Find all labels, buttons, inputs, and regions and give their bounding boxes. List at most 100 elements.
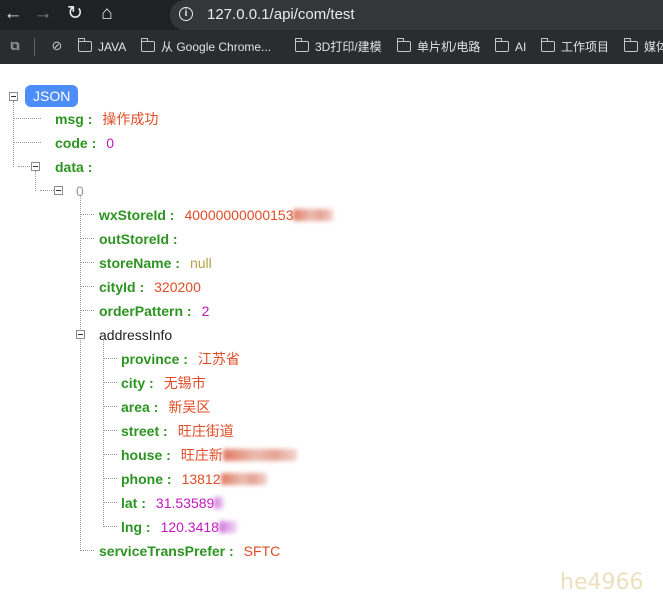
bookmark-folder-mcu[interactable]: 单片机/电路 bbox=[396, 30, 480, 64]
json-row-house: house : 旺庄新 bbox=[121, 445, 297, 465]
json-row-code: code :0 bbox=[55, 133, 114, 153]
json-row-data: data : bbox=[55, 157, 92, 177]
collapse-root-toggle[interactable] bbox=[9, 92, 18, 101]
all-bookmarks-icon[interactable]: ⊘ bbox=[50, 39, 64, 53]
collapse-addressinfo-toggle[interactable] bbox=[76, 330, 85, 339]
json-row-area: area : 新吴区 bbox=[121, 397, 210, 417]
json-key: cityId bbox=[99, 279, 136, 295]
tree-guide bbox=[13, 118, 41, 119]
json-row-phone: phone :13812 bbox=[121, 469, 267, 489]
tree-guide bbox=[103, 454, 117, 455]
back-arrow-icon[interactable]: ← bbox=[1, 2, 25, 26]
json-colon: : bbox=[87, 111, 93, 127]
json-colon: : bbox=[169, 207, 175, 223]
json-row-street: street : 旺庄街道 bbox=[121, 421, 234, 441]
url-text[interactable]: 127.0.0.1/api/com/test bbox=[207, 0, 355, 30]
json-key: outStoreId bbox=[99, 231, 169, 247]
bookmark-folder-media[interactable]: 媒体 bbox=[623, 30, 663, 64]
tree-guide bbox=[80, 214, 94, 215]
json-colon: : bbox=[183, 351, 188, 367]
json-string-value: 旺庄街道 bbox=[177, 423, 234, 439]
json-number-value: 0 bbox=[106, 135, 115, 151]
site-info-icon[interactable]: i bbox=[179, 7, 193, 21]
json-key: storeName bbox=[99, 255, 172, 271]
json-string-value: 旺庄新 bbox=[180, 447, 223, 463]
tree-guide bbox=[103, 382, 117, 383]
json-colon: : bbox=[91, 135, 97, 151]
json-row-outstoreid: outStoreId : bbox=[99, 229, 178, 249]
json-colon: : bbox=[145, 519, 151, 535]
tree-guide bbox=[103, 478, 117, 479]
json-key: lat bbox=[121, 495, 138, 511]
json-colon: : bbox=[175, 255, 180, 271]
tree-guide bbox=[80, 262, 94, 263]
json-row-msg: msg : 操作成功 bbox=[55, 109, 158, 129]
json-number-value: 2 bbox=[201, 303, 210, 319]
json-key: data bbox=[55, 159, 84, 175]
bookmarks-bar: ⧉ ⊘ JAVA 从 Google Chrome... 3D打印/建模 单片机/… bbox=[0, 30, 663, 64]
json-colon: : bbox=[87, 159, 93, 175]
json-row-servicetransprefer: serviceTransPrefer : SFTC bbox=[99, 541, 280, 561]
tree-guide bbox=[103, 502, 117, 503]
json-key: house bbox=[121, 447, 163, 463]
collapse-data-toggle[interactable] bbox=[31, 162, 40, 171]
json-colon: : bbox=[141, 495, 146, 511]
json-number-value: 120.3418 bbox=[160, 519, 219, 535]
json-colon: : bbox=[149, 375, 154, 391]
json-key: street bbox=[121, 423, 160, 439]
json-colon: : bbox=[139, 279, 145, 295]
json-row-lat: lat :31.53589 bbox=[121, 493, 225, 513]
bookmark-folder-java[interactable]: JAVA bbox=[77, 30, 126, 64]
json-key: serviceTransPrefer bbox=[99, 543, 226, 559]
bookmarks-separator bbox=[34, 38, 35, 56]
address-bar[interactable]: i 127.0.0.1/api/com/test bbox=[170, 0, 663, 30]
tree-guide bbox=[80, 310, 94, 311]
json-key: msg bbox=[55, 111, 84, 127]
json-row-addressinfo: addressInfo bbox=[99, 325, 172, 345]
bookmark-folder-chrome-import[interactable]: 从 Google Chrome... bbox=[140, 30, 271, 64]
json-row-orderpattern: orderPattern :2 bbox=[99, 301, 209, 321]
json-null-value: null bbox=[189, 255, 212, 271]
bookmark-folder-ai[interactable]: AI bbox=[494, 30, 526, 64]
json-string-value: 40000000000153 bbox=[184, 207, 294, 223]
collapse-item-toggle[interactable] bbox=[54, 186, 63, 195]
json-colon: : bbox=[166, 447, 171, 463]
redacted-value bbox=[214, 497, 225, 509]
tree-guide bbox=[80, 238, 94, 239]
redacted-value bbox=[220, 473, 267, 485]
reload-icon[interactable]: ↻ bbox=[63, 2, 87, 26]
json-row-lng: lng :120.3418 bbox=[121, 517, 237, 537]
folder-icon bbox=[623, 38, 638, 52]
tree-guide bbox=[80, 195, 81, 551]
tree-guide bbox=[103, 406, 117, 407]
json-colon: : bbox=[186, 303, 192, 319]
json-colon: : bbox=[163, 423, 168, 439]
folder-icon bbox=[396, 38, 411, 52]
json-colon: : bbox=[166, 471, 172, 487]
json-string-value: 江苏省 bbox=[197, 351, 240, 367]
json-array-index: 0 bbox=[76, 181, 84, 201]
array-index-label: 0 bbox=[76, 183, 84, 199]
redacted-value bbox=[222, 449, 297, 461]
json-row-province: province : 江苏省 bbox=[121, 349, 240, 369]
json-key: code bbox=[55, 135, 88, 151]
watermark: he4966 bbox=[560, 570, 644, 595]
tree-guide bbox=[80, 286, 94, 287]
json-root-badge[interactable]: JSON bbox=[25, 85, 79, 107]
forward-arrow-icon[interactable]: → bbox=[31, 2, 55, 26]
json-string-value: 新吴区 bbox=[168, 399, 211, 415]
json-key: city bbox=[121, 375, 146, 391]
json-viewer: JSON msg : 操作成功 code :0 data : 0 wxStoreI… bbox=[0, 64, 663, 610]
json-string-value: 320200 bbox=[154, 279, 201, 295]
tree-guide bbox=[103, 358, 117, 359]
bookmark-folder-3d-printing[interactable]: 3D打印/建模 bbox=[294, 30, 382, 64]
redacted-value bbox=[218, 521, 237, 533]
bookmark-folder-work[interactable]: 工作项目 bbox=[540, 30, 609, 64]
tab-groups-icon[interactable]: ⧉ bbox=[8, 39, 22, 53]
json-key: lng bbox=[121, 519, 142, 535]
json-string-value: 13812 bbox=[181, 471, 221, 487]
home-icon[interactable]: ⌂ bbox=[95, 2, 119, 26]
json-string-value: 操作成功 bbox=[102, 111, 159, 127]
folder-icon bbox=[494, 38, 509, 52]
json-row-cityid: cityId :320200 bbox=[99, 277, 201, 297]
